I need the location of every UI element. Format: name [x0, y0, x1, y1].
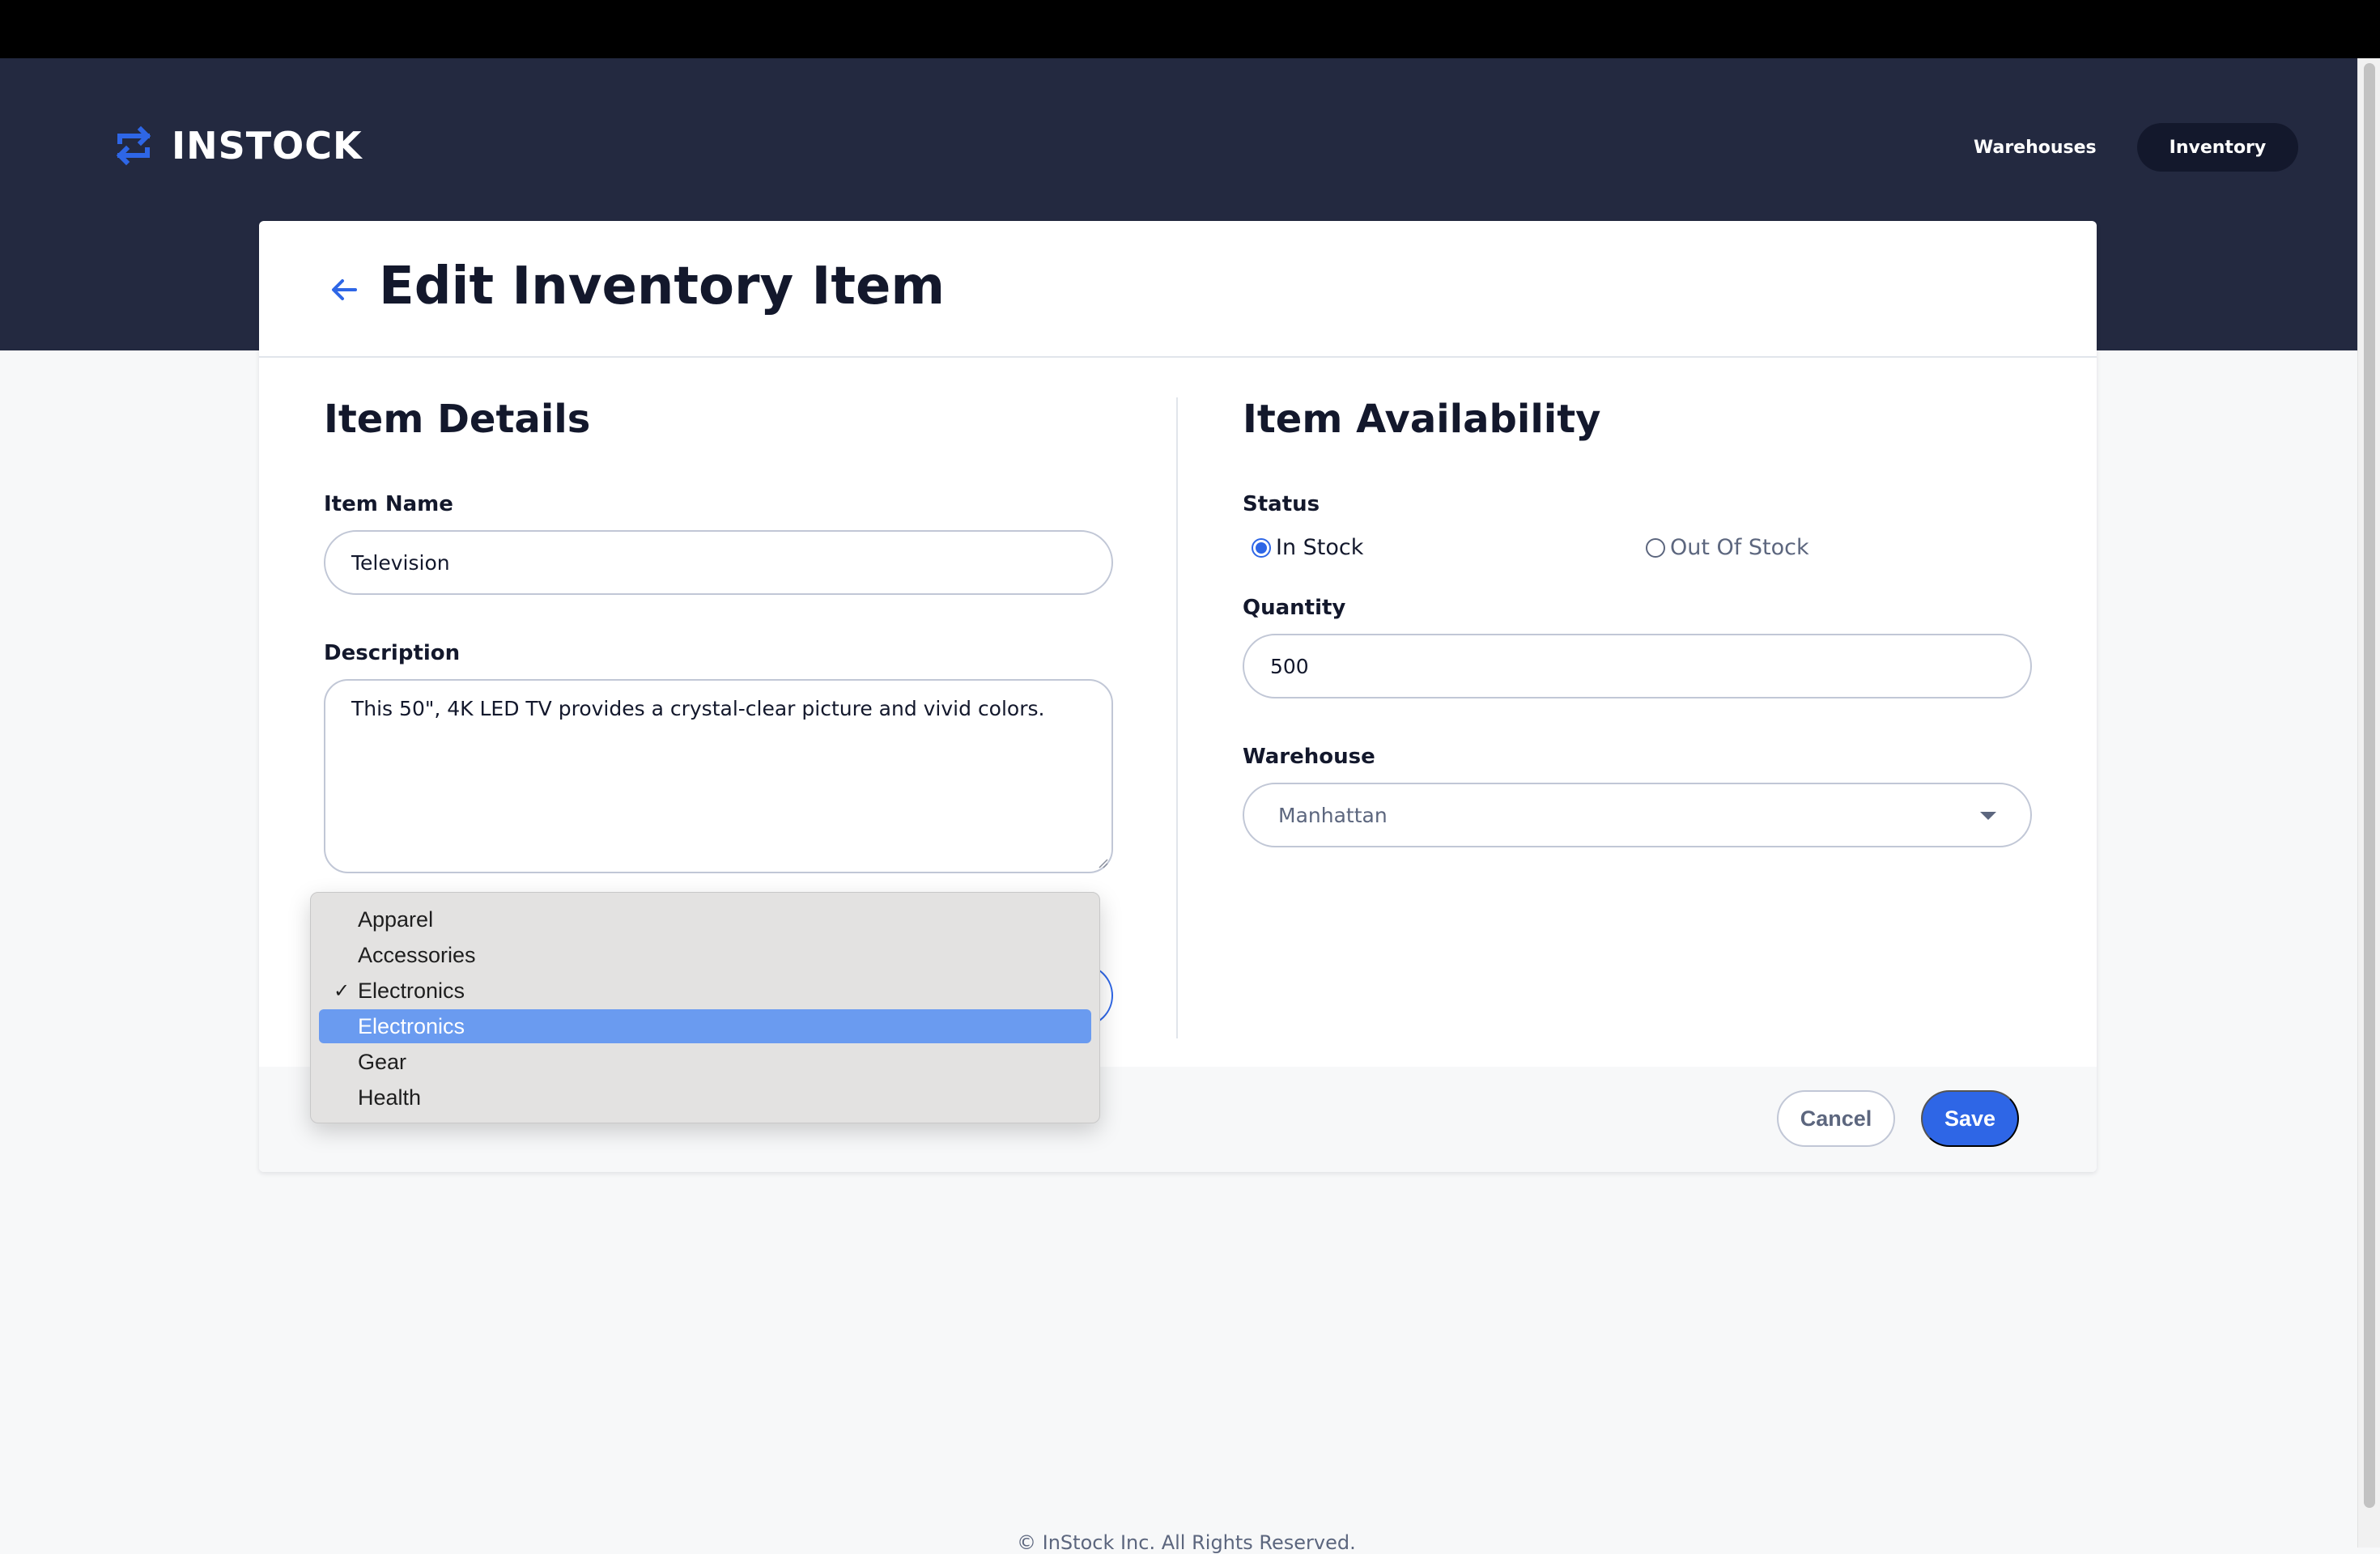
warehouse-select[interactable]: Manhattan — [1243, 783, 2032, 847]
item-name-input[interactable]: Television — [324, 530, 1113, 595]
option-label: Accessories — [358, 942, 476, 967]
option-label: Health — [358, 1085, 422, 1110]
out-of-stock-label: Out Of Stock — [1670, 535, 1809, 560]
description-textarea[interactable]: This 50", 4K LED TV provides a crystal-c… — [324, 679, 1113, 873]
page-title: Edit Inventory Item — [379, 257, 946, 316]
item-name-label: Item Name — [324, 492, 453, 516]
resize-grip-icon[interactable] — [1097, 857, 1108, 868]
nav-warehouses[interactable]: Warehouses — [1941, 123, 2129, 172]
nav-inventory[interactable]: Inventory — [2136, 123, 2299, 172]
scrollbar[interactable] — [2357, 58, 2380, 1548]
save-button[interactable]: Save — [1921, 1090, 2019, 1147]
column-divider — [1176, 397, 1178, 1038]
description-text: This 50", 4K LED TV provides a crystal-c… — [351, 697, 1045, 720]
logo-text: INSTOCK — [172, 124, 363, 168]
warehouse-value: Manhattan — [1278, 803, 1388, 827]
quantity-input[interactable]: 500 — [1243, 634, 2032, 698]
out-of-stock-radio[interactable] — [1646, 537, 1665, 558]
category-option-apparel[interactable]: Apparel — [319, 902, 1091, 936]
option-label: Electronics — [358, 978, 465, 1003]
in-stock-label: In Stock — [1276, 535, 1364, 560]
item-details-title: Item Details — [324, 397, 591, 442]
option-label: Apparel — [358, 906, 434, 932]
quantity-label: Quantity — [1243, 596, 1346, 620]
category-option-gear[interactable]: Gear — [319, 1045, 1091, 1079]
card-header: Edit Inventory Item — [259, 221, 2097, 358]
status-in-stock[interactable]: In Stock — [1252, 535, 1363, 560]
category-option-accessories[interactable]: Accessories — [319, 938, 1091, 972]
copyright-text: © InStock Inc. All Rights Reserved. — [1017, 1531, 1356, 1554]
scrollbar-thumb[interactable] — [2364, 63, 2375, 1508]
in-stock-radio[interactable] — [1252, 537, 1271, 558]
status-label: Status — [1243, 492, 1320, 516]
category-dropdown: Apparel Accessories ✓ Electronics Electr… — [310, 892, 1100, 1123]
description-label: Description — [324, 641, 461, 665]
status-out-of-stock[interactable]: Out Of Stock — [1646, 535, 1809, 560]
browser-top-bar — [0, 0, 2380, 58]
logo[interactable]: INSTOCK — [112, 121, 363, 170]
instock-arrows-icon — [116, 125, 151, 166]
main-nav: Warehouses Inventory — [1941, 123, 2299, 172]
arrow-back-icon[interactable] — [328, 274, 360, 306]
category-option-electronics-highlighted[interactable]: Electronics — [319, 1009, 1091, 1043]
category-option-electronics-checked[interactable]: ✓ Electronics — [319, 974, 1091, 1008]
option-label: Gear — [358, 1049, 407, 1074]
item-availability-title: Item Availability — [1243, 397, 1601, 442]
cancel-button[interactable]: Cancel — [1777, 1090, 1895, 1147]
caret-down-icon — [1980, 812, 1996, 820]
category-option-health[interactable]: Health — [319, 1081, 1091, 1115]
warehouse-label: Warehouse — [1243, 745, 1375, 769]
checkmark-icon: ✓ — [334, 979, 351, 1002]
option-label: Electronics — [358, 1013, 465, 1038]
